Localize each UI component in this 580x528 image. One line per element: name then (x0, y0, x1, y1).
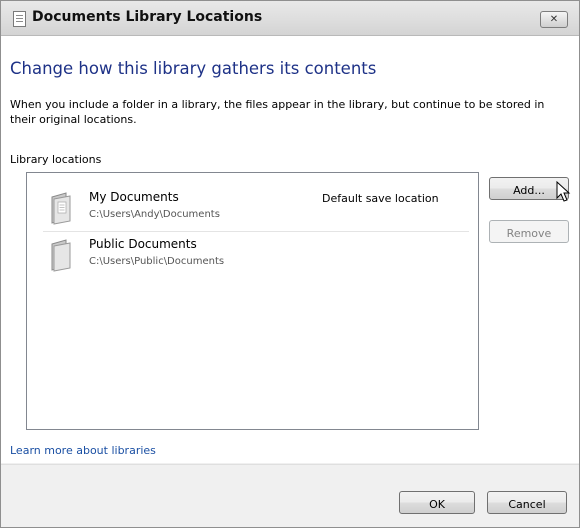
library-locations-label: Library locations (10, 153, 102, 166)
dialog-heading: Change how this library gathers its cont… (10, 59, 377, 78)
default-save-location-label: Default save location (322, 192, 439, 205)
close-button[interactable]: ✕ (540, 11, 568, 28)
folder-icon (51, 192, 71, 225)
document-icon (13, 11, 26, 27)
list-item-my-documents[interactable]: My Documents C:\Users\Andy\Documents Def… (43, 187, 469, 232)
list-item-public-documents[interactable]: Public Documents C:\Users\Public\Documen… (43, 234, 469, 278)
dialog-content: Change how this library gathers its cont… (1, 36, 579, 463)
mouse-cursor-icon (556, 181, 571, 202)
library-locations-list[interactable]: My Documents C:\Users\Andy\Documents Def… (26, 172, 479, 430)
dialog-description: When you include a folder in a library, … (10, 98, 545, 126)
ok-button[interactable]: OK (399, 491, 475, 514)
location-name: Public Documents (89, 237, 197, 251)
library-locations-dialog: Documents Library Locations ✕ Change how… (0, 0, 580, 528)
dialog-footer: OK Cancel (1, 464, 579, 527)
location-path: C:\Users\Public\Documents (89, 256, 225, 267)
remove-button[interactable]: Remove (489, 220, 569, 243)
learn-more-link[interactable]: Learn more about libraries (10, 444, 156, 457)
folder-icon (51, 239, 71, 272)
location-path: C:\Users\Andy\Documents (89, 209, 220, 220)
cancel-button[interactable]: Cancel (487, 491, 567, 514)
window-title: Documents Library Locations (32, 9, 263, 25)
location-name: My Documents (89, 190, 179, 204)
title-bar[interactable]: Documents Library Locations ✕ (1, 1, 579, 36)
